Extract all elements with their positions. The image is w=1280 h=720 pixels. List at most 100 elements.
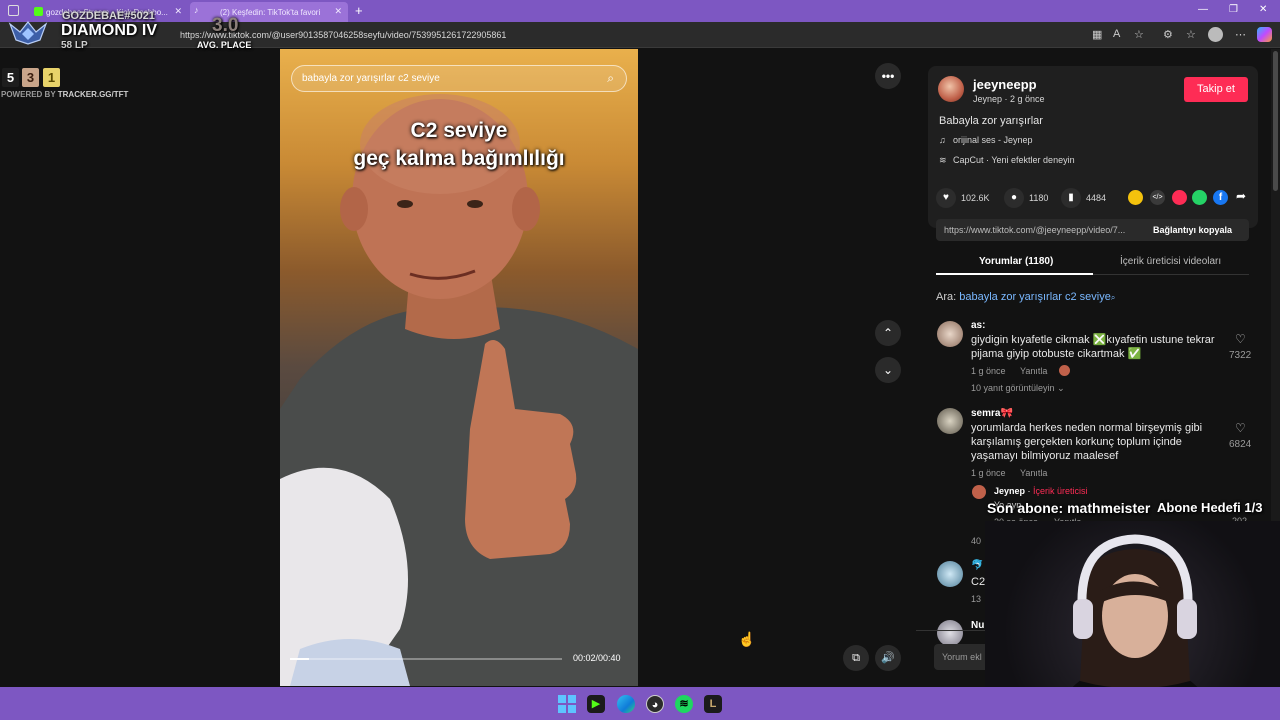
- close-tab-icon[interactable]: ✕: [174, 6, 182, 17]
- search-icon[interactable]: ⌕: [607, 66, 614, 91]
- translate-icon[interactable]: A: [1113, 28, 1120, 40]
- comment-author[interactable]: as:: [971, 320, 985, 331]
- like-count: 102.6K: [961, 193, 990, 203]
- extensions-icon[interactable]: ⚙: [1163, 28, 1173, 41]
- related-search-query: babayla zor yarışırlar c2 seviye: [959, 291, 1111, 303]
- author-username[interactable]: jeeyneepp: [973, 77, 1037, 92]
- link-field[interactable]: https://www.tiktok.com/@jeeyneepp/video/…: [936, 219, 1249, 241]
- like-button[interactable]: ♥: [936, 188, 956, 208]
- scrollbar-thumb[interactable]: [1273, 51, 1278, 191]
- mouse-cursor-icon: ☝: [738, 631, 756, 647]
- send-to-friends-icon[interactable]: [1172, 190, 1187, 205]
- start-tile: [558, 695, 566, 703]
- new-tab-button[interactable]: +: [355, 3, 363, 18]
- sound-name[interactable]: orijinal ses - Jeynep: [953, 135, 1033, 145]
- profile-avatar[interactable]: [1208, 27, 1223, 42]
- video-player[interactable]: babayla zor yarışırlar c2 seviye ⌕ C2 se…: [280, 49, 638, 686]
- obs-icon[interactable]: ◕: [646, 695, 664, 713]
- follow-button[interactable]: Takip et: [1184, 77, 1248, 102]
- video-search-bar[interactable]: babayla zor yarışırlar c2 seviye ⌕: [291, 65, 627, 92]
- link-text: https://www.tiktok.com/@jeeyneepp/video/…: [944, 225, 1126, 235]
- windows-start-icon[interactable]: [558, 695, 576, 713]
- more-replies[interactable]: 40: [971, 536, 981, 546]
- powered-brand: TRACKER.GG/TFT: [57, 90, 129, 99]
- favorite-star-icon[interactable]: ☆: [1134, 28, 1144, 41]
- related-search[interactable]: Ara: babayla zor yarışırlar c2 seviye⌕: [936, 291, 1115, 303]
- more-options-button[interactable]: •••: [875, 63, 901, 89]
- account-name: GOZDEBAE#5021: [62, 10, 155, 22]
- tab-actions-icon[interactable]: [8, 5, 19, 16]
- placement-badge: 3: [22, 68, 39, 87]
- lp-value: 58 LP: [61, 40, 88, 51]
- creator-reply-name[interactable]: Jeynep: [994, 486, 1025, 496]
- reply-button[interactable]: Yanıtla: [1020, 366, 1047, 376]
- subscriber-goal-text: Abone Hedefi 1/3: [1157, 500, 1263, 515]
- author-subline: Jeynep · 2 g önce: [973, 94, 1045, 104]
- tab-creator-videos[interactable]: İçerik üreticisi videoları: [1120, 256, 1221, 267]
- maximize-icon[interactable]: ❐: [1229, 4, 1238, 15]
- diamond-rank-emblem-icon: [8, 21, 48, 45]
- share-coin-icon[interactable]: [1128, 190, 1143, 205]
- close-window-icon[interactable]: ✕: [1259, 4, 1267, 15]
- reader-icon[interactable]: ▦: [1092, 28, 1102, 41]
- comment-time: 1 g önce: [971, 468, 1006, 478]
- address-bar-row: https://www.tiktok.com/@user901358704625…: [0, 22, 1280, 48]
- commenter-avatar[interactable]: [937, 561, 963, 587]
- comment-like-count: 6824: [1229, 439, 1252, 450]
- windows-taskbar: ▶ ◕ ≋ L: [0, 687, 1280, 720]
- commenter-avatar[interactable]: [937, 321, 963, 347]
- share-arrow-icon[interactable]: ➦: [1236, 189, 1246, 203]
- close-tab-icon[interactable]: ✕: [334, 6, 342, 17]
- comment-text: giydigin kıyafetle cikmak ❎kıyafetin ust…: [971, 334, 1215, 360]
- comment-button[interactable]: ●: [1004, 188, 1024, 208]
- creator-reply-avatar[interactable]: [972, 485, 986, 499]
- edge-browser-icon[interactable]: [617, 695, 635, 713]
- collections-icon[interactable]: ☆: [1186, 28, 1196, 41]
- tab-comments[interactable]: Yorumlar (1180): [979, 256, 1053, 267]
- copy-link-button[interactable]: Bağlantıyı kopyala: [1153, 225, 1232, 235]
- copilot-icon[interactable]: [1257, 27, 1272, 42]
- embed-code-icon[interactable]: </>: [1150, 190, 1165, 205]
- active-tab-underline: [936, 273, 1093, 275]
- comment-author[interactable]: semra🎀: [971, 408, 1013, 419]
- chevron-down-icon: ⌄: [1057, 383, 1065, 393]
- music-note-icon: ♫: [939, 135, 946, 145]
- last-subscriber-text: Son abone: mathmeister: [987, 500, 1151, 516]
- comment-text: yorumlarda herkes neden normal birşeymiş…: [971, 422, 1203, 462]
- comment-like-icon[interactable]: ♡: [1235, 421, 1246, 435]
- previous-video-button[interactable]: ⌃: [875, 320, 901, 346]
- bookmark-button[interactable]: ▮: [1061, 188, 1081, 208]
- creator-liked-avatar: [1059, 365, 1070, 376]
- kick-app-icon[interactable]: ▶: [587, 695, 605, 713]
- tiktok-favicon-icon: ♪: [194, 5, 199, 15]
- commenter-avatar[interactable]: [937, 620, 963, 646]
- video-caption-line-2: geç kalma bağımlılığı: [353, 147, 565, 170]
- comment-like-icon[interactable]: ♡: [1235, 332, 1246, 346]
- view-replies-button[interactable]: 10 yanıt görüntüleyin ⌄: [971, 383, 1065, 394]
- start-tile: [568, 705, 576, 713]
- spotify-icon[interactable]: ≋: [675, 695, 693, 713]
- video-progress-bar[interactable]: [290, 658, 562, 660]
- next-video-button[interactable]: ⌄: [875, 357, 901, 383]
- kick-favicon-icon: [34, 7, 43, 16]
- commenter-avatar[interactable]: [937, 408, 963, 434]
- facebook-icon[interactable]: f: [1213, 190, 1228, 205]
- volume-button[interactable]: 🔊: [875, 645, 901, 671]
- placement-badge: 5: [2, 68, 19, 87]
- avg-place-value: 3.0: [212, 15, 239, 36]
- browser-tab-bar: gozdebae Stream - Kick Dashbo... ✕ ♪ (2)…: [0, 0, 1280, 22]
- creator-badge: İçerik üreticisi: [1033, 486, 1088, 496]
- start-tile: [558, 705, 566, 713]
- related-search-prefix: Ara:: [936, 291, 960, 303]
- capcut-icon: ≋: [939, 155, 947, 165]
- reply-button[interactable]: Yanıtla: [1020, 468, 1047, 478]
- minimize-icon[interactable]: —: [1198, 4, 1208, 15]
- league-client-icon[interactable]: L: [704, 695, 722, 713]
- more-menu-icon[interactable]: ⋯: [1235, 28, 1246, 41]
- capcut-link[interactable]: CapCut · Yeni efektler deneyin: [953, 155, 1075, 165]
- author-avatar[interactable]: [938, 76, 964, 102]
- comment-author[interactable]: 🐬: [971, 560, 983, 571]
- whatsapp-icon[interactable]: [1192, 190, 1207, 205]
- pip-button[interactable]: ⧉: [843, 645, 869, 671]
- video-search-text: babayla zor yarışırlar c2 seviye: [302, 73, 440, 84]
